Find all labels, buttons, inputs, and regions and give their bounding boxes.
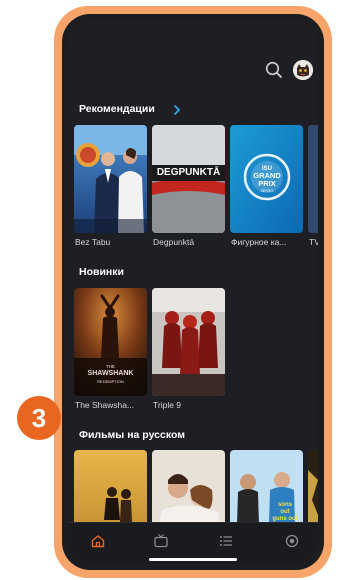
- content-scroll[interactable]: Рекомендации Bez Tabu DEGPUNKTĀ Degpunkt…: [68, 82, 318, 522]
- section-title-russian-films: Фильмы на русском: [79, 429, 185, 441]
- card-caption: Фигурное ка...: [231, 237, 287, 247]
- card-caption: Degpunktā: [153, 237, 195, 247]
- card-caption: Bez Tabu: [75, 237, 111, 247]
- section-title-recommendations: Рекомендации: [79, 103, 155, 115]
- card-caption: Triple 9: [153, 400, 182, 410]
- chevron-right-icon[interactable]: [172, 104, 182, 116]
- nav-tv[interactable]: [153, 533, 169, 549]
- tv-icon: [154, 534, 168, 548]
- poster-degpunkta: DEGPUNKTĀ: [152, 125, 225, 233]
- avatar-icon: [293, 60, 313, 80]
- search-button[interactable]: [264, 60, 284, 80]
- poster-russian-film-3: sons out guns out: [230, 450, 303, 522]
- poster-russian-film-1: [74, 450, 147, 522]
- phone-bezel: Рекомендации Bez Tabu DEGPUNKTĀ Degpunkt…: [62, 14, 324, 570]
- poster-text-line: sons: [277, 502, 292, 508]
- poster-bez-tabu: [74, 125, 147, 233]
- home-indicator: [149, 558, 237, 561]
- poster-triple-9: [152, 288, 225, 396]
- top-bar: [68, 20, 318, 82]
- poster-title-text: DEGPUNKTĀ: [156, 167, 221, 178]
- poster-russian-film-4: [308, 450, 318, 522]
- step-number-badge: 3: [17, 396, 61, 440]
- home-icon: [91, 535, 105, 548]
- record-icon: [285, 534, 299, 548]
- poster-text-line: THE: [106, 364, 115, 369]
- poster-text-line: REDEMPTION: [97, 379, 124, 384]
- card-caption: The Shawsha...: [75, 400, 135, 410]
- nav-list[interactable]: [218, 533, 234, 549]
- section-title-new: Новинки: [79, 266, 124, 278]
- grand-prix-logo: ISU GRAND PRIX SERIES: [230, 125, 303, 233]
- svg-text:PRIX: PRIX: [258, 179, 276, 188]
- poster-tv: [308, 125, 318, 233]
- nav-home[interactable]: [90, 533, 106, 549]
- poster-text-line: out: [280, 509, 290, 515]
- avatar[interactable]: [293, 60, 313, 80]
- phone-frame: Рекомендации Bez Tabu DEGPUNKTĀ Degpunkt…: [54, 6, 332, 578]
- app-screen: Рекомендации Bez Tabu DEGPUNKTĀ Degpunkt…: [68, 20, 318, 564]
- poster-russian-film-2: [152, 450, 225, 522]
- svg-text:SERIES: SERIES: [261, 189, 275, 193]
- nav-record[interactable]: [284, 533, 300, 549]
- poster-text-line: SHAWSHANK: [87, 370, 134, 377]
- poster-figure-skating: ISU GRAND PRIX SERIES: [230, 125, 303, 233]
- card-caption: TV: [309, 237, 318, 247]
- poster-shawshank: THE SHAWSHANK REDEMPTION: [74, 288, 147, 396]
- list-icon: [220, 536, 232, 546]
- search-icon: [265, 61, 282, 78]
